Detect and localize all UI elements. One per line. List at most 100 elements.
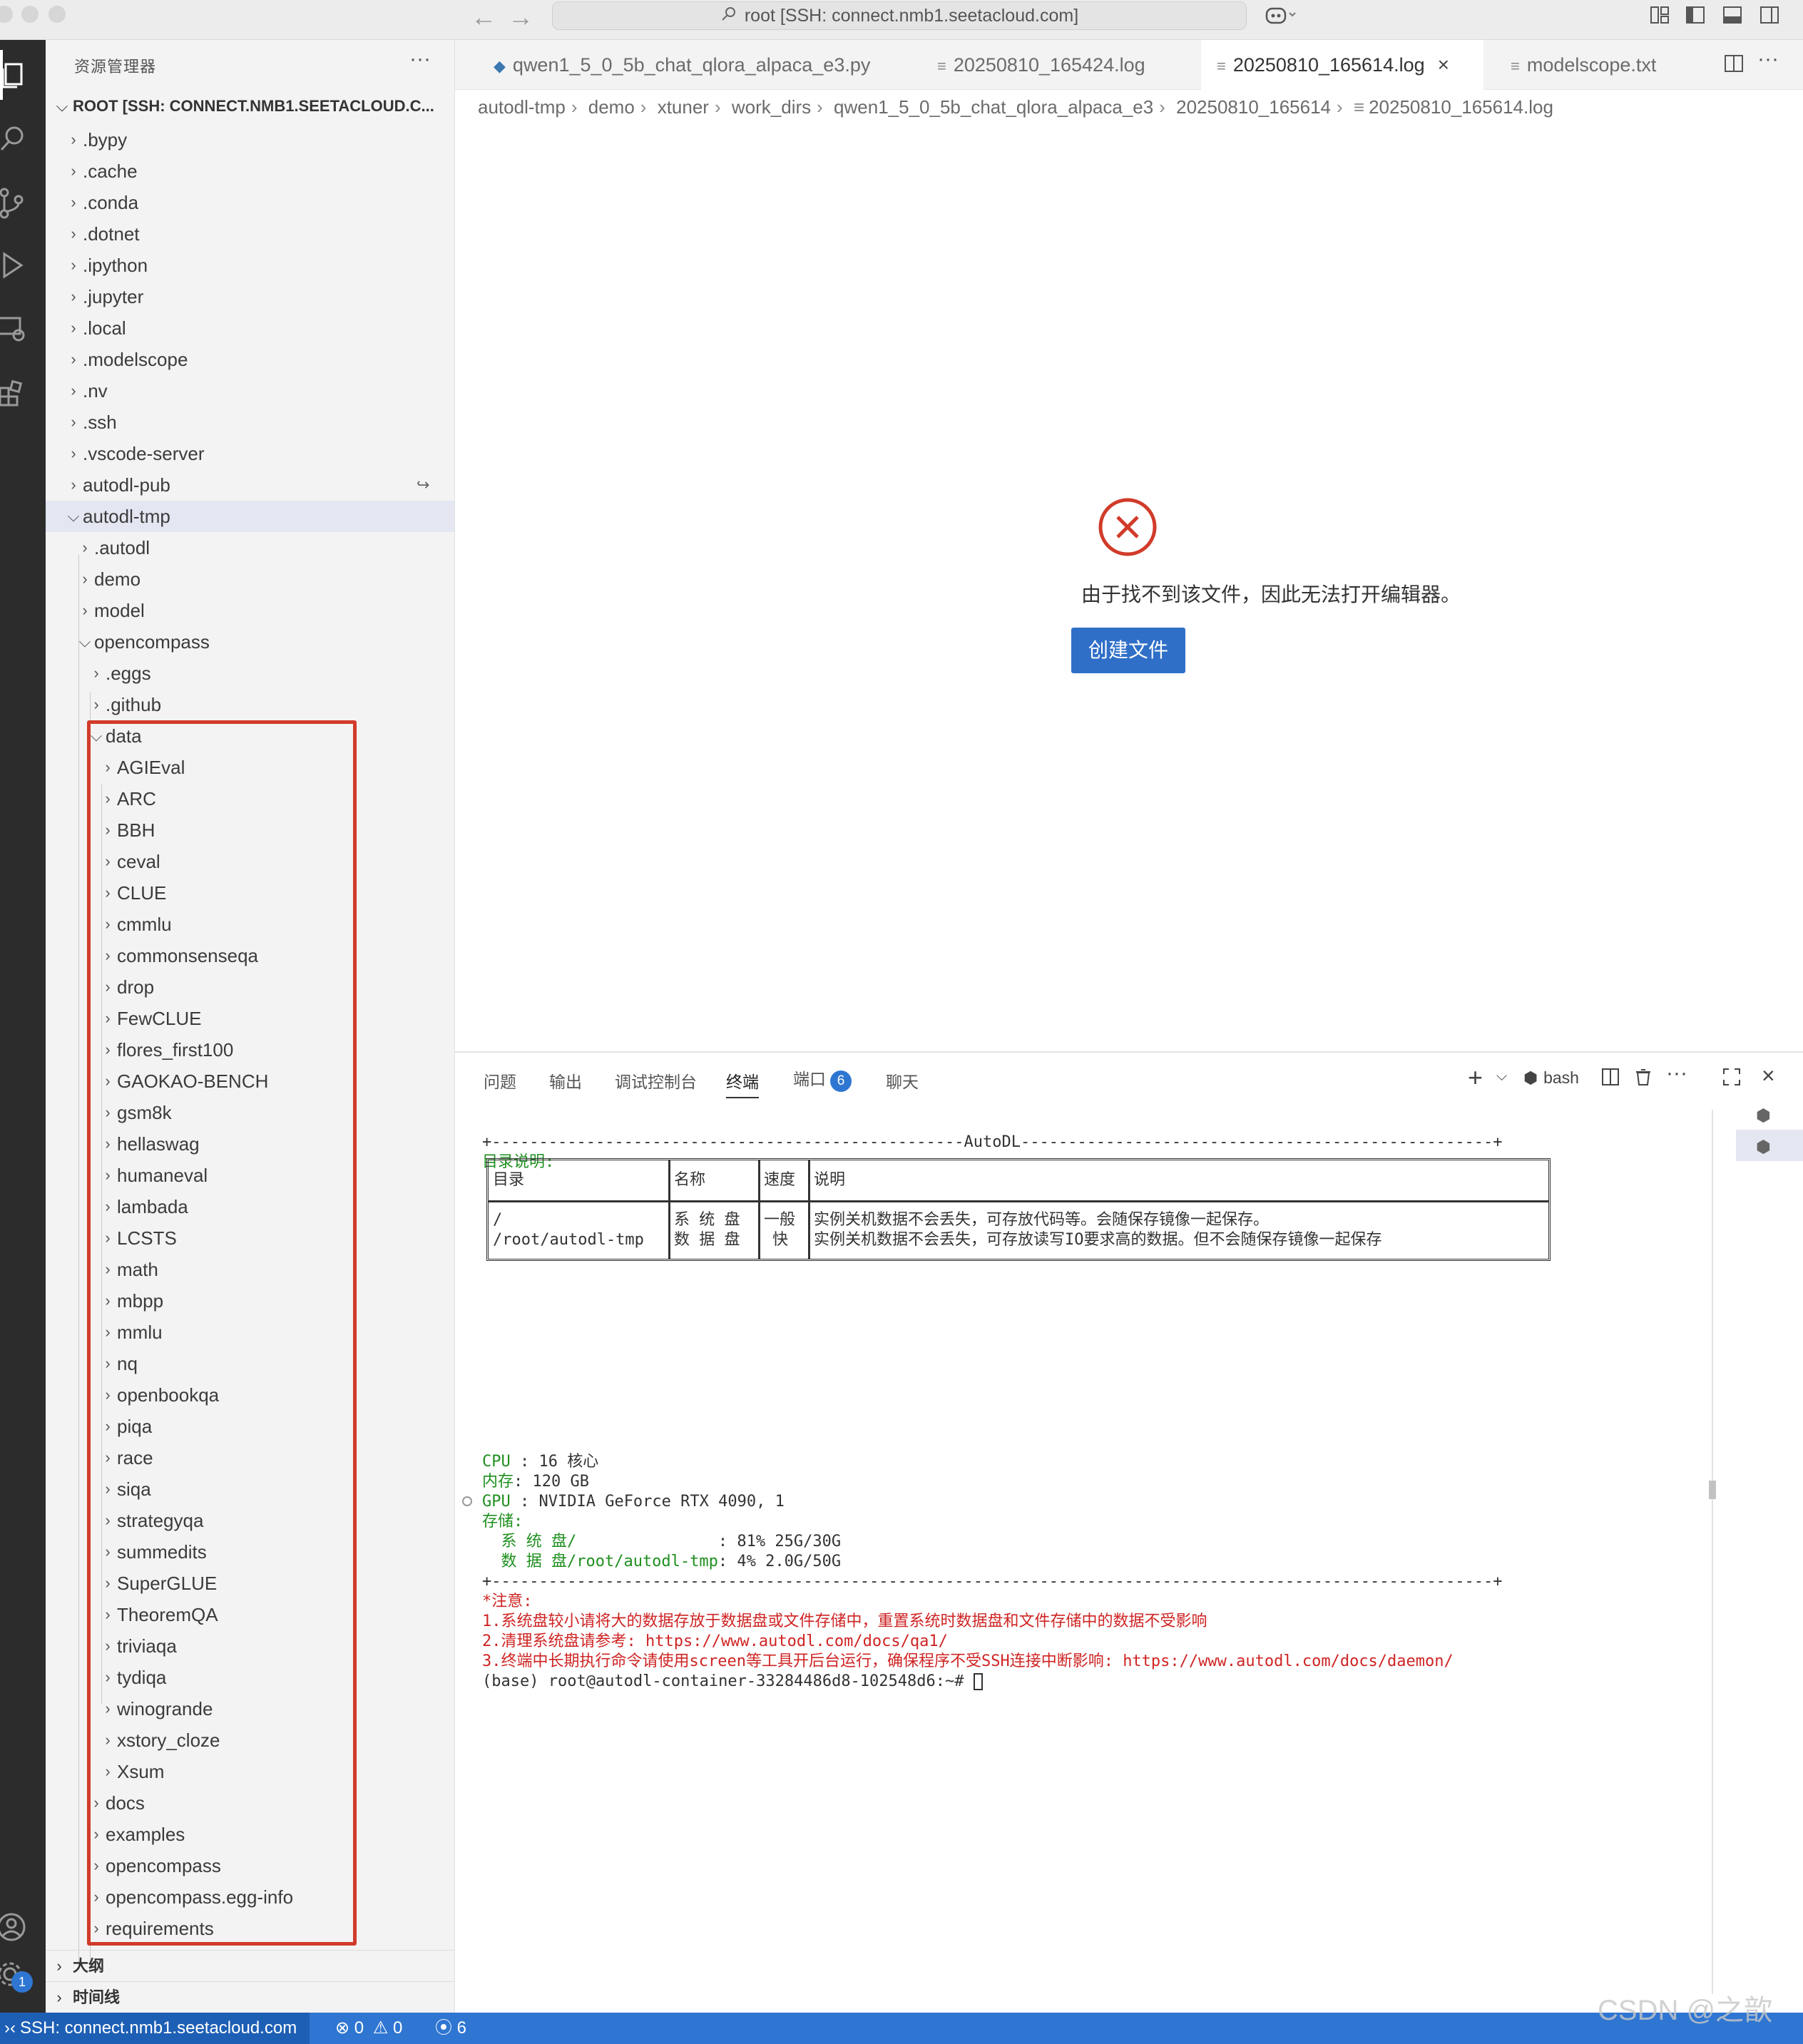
tree-item[interactable]: ⌵ opencompass	[46, 626, 454, 658]
window-zoom-button[interactable]	[48, 6, 66, 23]
tab-log-165424[interactable]: ≡ 20250810_165424.log	[923, 40, 1190, 90]
breadcrumb-item[interactable]: autodl-tmp	[478, 96, 566, 118]
tree-item[interactable]: › .github	[46, 689, 454, 720]
tab-python-config[interactable]: ◆ qwen1_5_0_5b_chat_qlora_alpaca_e3.py	[482, 40, 893, 90]
breadcrumb-item[interactable]: work_dirs	[732, 96, 811, 118]
tree-item[interactable]: › .ipython	[46, 250, 454, 281]
tree-item[interactable]: ⌵ autodl-tmp	[46, 501, 454, 532]
tree-item[interactable]: › opencompass.egg-info	[46, 1881, 454, 1913]
tab-ports[interactable]: 端口 6	[793, 1066, 852, 1092]
close-panel-icon[interactable]: ×	[1762, 1063, 1775, 1089]
toggle-primary-sidebar-icon[interactable]	[1685, 4, 1706, 26]
search-activity-icon[interactable]	[0, 114, 46, 164]
tree-item[interactable]: › .nv	[46, 375, 454, 407]
tree-item[interactable]: › docs	[46, 1787, 454, 1819]
tree-item[interactable]: › race	[46, 1442, 454, 1473]
toggle-secondary-sidebar-icon[interactable]	[1759, 4, 1780, 26]
tree-item[interactable]: › gsm8k	[46, 1097, 454, 1128]
tree-item[interactable]: › mbpp	[46, 1285, 454, 1317]
tree-item[interactable]: › hellaswag	[46, 1128, 454, 1160]
tree-item[interactable]: › summedits	[46, 1536, 454, 1568]
tree-item[interactable]: › model	[46, 595, 454, 626]
tree-item[interactable]: ⌵ data	[46, 720, 454, 752]
terminal-instance-icon[interactable]: ⬢	[1756, 1105, 1771, 1126]
editor-more-actions-icon[interactable]: ···	[1757, 47, 1779, 71]
tree-item[interactable]: › Xsum	[46, 1756, 454, 1787]
tree-item[interactable]: › .jupyter	[46, 281, 454, 312]
timeline-section[interactable]: › 时间线	[46, 1981, 454, 2013]
tree-item[interactable]: › mmlu	[46, 1317, 454, 1348]
tree-item[interactable]: › cmmlu	[46, 909, 454, 940]
tab-chat[interactable]: 聊天	[886, 1068, 919, 1093]
tree-item[interactable]: › examples	[46, 1819, 454, 1850]
tree-item[interactable]: › tydiqa	[46, 1662, 454, 1693]
remote-explorer-icon[interactable]	[0, 304, 46, 354]
maximize-panel-icon[interactable]	[1722, 1067, 1742, 1092]
toggle-panel-icon[interactable]	[1722, 4, 1743, 26]
tree-item[interactable]: › piqa	[46, 1411, 454, 1442]
tree-item[interactable]: › ceval	[46, 846, 454, 877]
tree-item[interactable]: › commonsenseqa	[46, 940, 454, 971]
tree-item[interactable]: › openbookqa	[46, 1379, 454, 1411]
tree-item[interactable]: › .local	[46, 312, 454, 344]
customize-layout-icon[interactable]	[1649, 4, 1670, 26]
tree-item[interactable]: › autodl-pub ↪	[46, 469, 454, 501]
tree-item[interactable]: › .dotnet	[46, 218, 454, 250]
remote-indicator[interactable]: ›‹ SSH: connect.nmb1.seetacloud.com	[0, 2013, 310, 2044]
breadcrumb-item[interactable]: demo	[588, 96, 635, 118]
tab-terminal[interactable]: 终端	[726, 1068, 759, 1098]
tree-item[interactable]: › lambada	[46, 1191, 454, 1222]
breadcrumb-item[interactable]: qwen1_5_0_5b_chat_qlora_alpaca_e3	[834, 96, 1153, 118]
run-debug-icon[interactable]	[0, 241, 46, 291]
tree-item[interactable]: › FewCLUE	[46, 1003, 454, 1034]
terminal-shell-label[interactable]: ⬢ bash	[1523, 1068, 1579, 1088]
tree-item[interactable]: › .eggs	[46, 658, 454, 689]
new-terminal-icon[interactable]: +	[1468, 1063, 1483, 1093]
ports-indicator[interactable]: ⦿ 6	[435, 2013, 466, 2044]
tree-item[interactable]: › BBH	[46, 814, 454, 846]
tree-item[interactable]: › .autodl	[46, 532, 454, 563]
terminal-instance-icon[interactable]: ⬢	[1756, 1137, 1771, 1158]
forward-arrow-icon[interactable]: →	[508, 4, 533, 30]
tree-item[interactable]: › .cache	[46, 155, 454, 187]
tree-item[interactable]: › opencompass	[46, 1850, 454, 1881]
tree-item[interactable]: › .bypy	[46, 124, 454, 155]
tab-modelscope[interactable]: ≡ modelscope.txt	[1496, 40, 1710, 90]
tree-item[interactable]: › .vscode-server	[46, 438, 454, 469]
tab-problems[interactable]: 问题	[484, 1068, 516, 1093]
copilot-icon[interactable]	[1265, 4, 1296, 26]
tree-item[interactable]: › ARC	[46, 783, 454, 814]
accounts-icon[interactable]	[0, 1903, 46, 1953]
tree-item[interactable]: › CLUE	[46, 877, 454, 909]
tree-item[interactable]: › .modelscope	[46, 344, 454, 375]
tree-item[interactable]: › TheoremQA	[46, 1599, 454, 1630]
problems-indicator[interactable]: ⊗ 0 ⚠ 0	[335, 2013, 402, 2044]
breadcrumb-item[interactable]: 20250810_165614.log	[1369, 96, 1553, 118]
tree-item[interactable]: › triviaqa	[46, 1630, 454, 1662]
breadcrumb-item[interactable]: 20250810_165614	[1176, 96, 1331, 118]
close-icon[interactable]: ×	[1438, 40, 1449, 90]
tree-item[interactable]: › .ssh	[46, 407, 454, 438]
tree-item[interactable]: › flores_first100	[46, 1034, 454, 1066]
create-file-button[interactable]: 创建文件	[1071, 628, 1185, 673]
tab-log-165614[interactable]: ≡ 20250810_165614.log ×	[1201, 40, 1483, 90]
tree-item[interactable]: › requirements	[46, 1913, 454, 1944]
extensions-icon[interactable]	[0, 368, 46, 418]
tree-item[interactable]: › .conda	[46, 187, 454, 218]
kill-terminal-trash-icon[interactable]	[1633, 1067, 1653, 1092]
command-center-search[interactable]: root [SSH: connect.nmb1.seetacloud.com]	[552, 1, 1247, 30]
tree-item[interactable]: › LCSTS	[46, 1222, 454, 1254]
more-actions-icon[interactable]: ···	[409, 47, 431, 71]
source-control-icon[interactable]	[0, 178, 46, 228]
outline-section[interactable]: › 大纲	[46, 1950, 454, 1981]
tree-item[interactable]: › drop	[46, 971, 454, 1003]
explorer-icon[interactable]	[0, 50, 46, 100]
tab-debug-console[interactable]: 调试控制台	[615, 1068, 697, 1093]
tree-item[interactable]: › GAOKAO-BENCH	[46, 1066, 454, 1097]
explorer-root-folder[interactable]: ⌵ ROOT [SSH: CONNECT.NMB1.SEETACLOUD.C...	[51, 93, 454, 120]
tree-item[interactable]: › xstory_cloze	[46, 1724, 454, 1756]
window-close-button[interactable]	[0, 6, 13, 23]
tree-item[interactable]: › humaneval	[46, 1160, 454, 1191]
back-arrow-icon[interactable]: ←	[471, 4, 496, 30]
window-minimize-button[interactable]	[21, 6, 39, 23]
